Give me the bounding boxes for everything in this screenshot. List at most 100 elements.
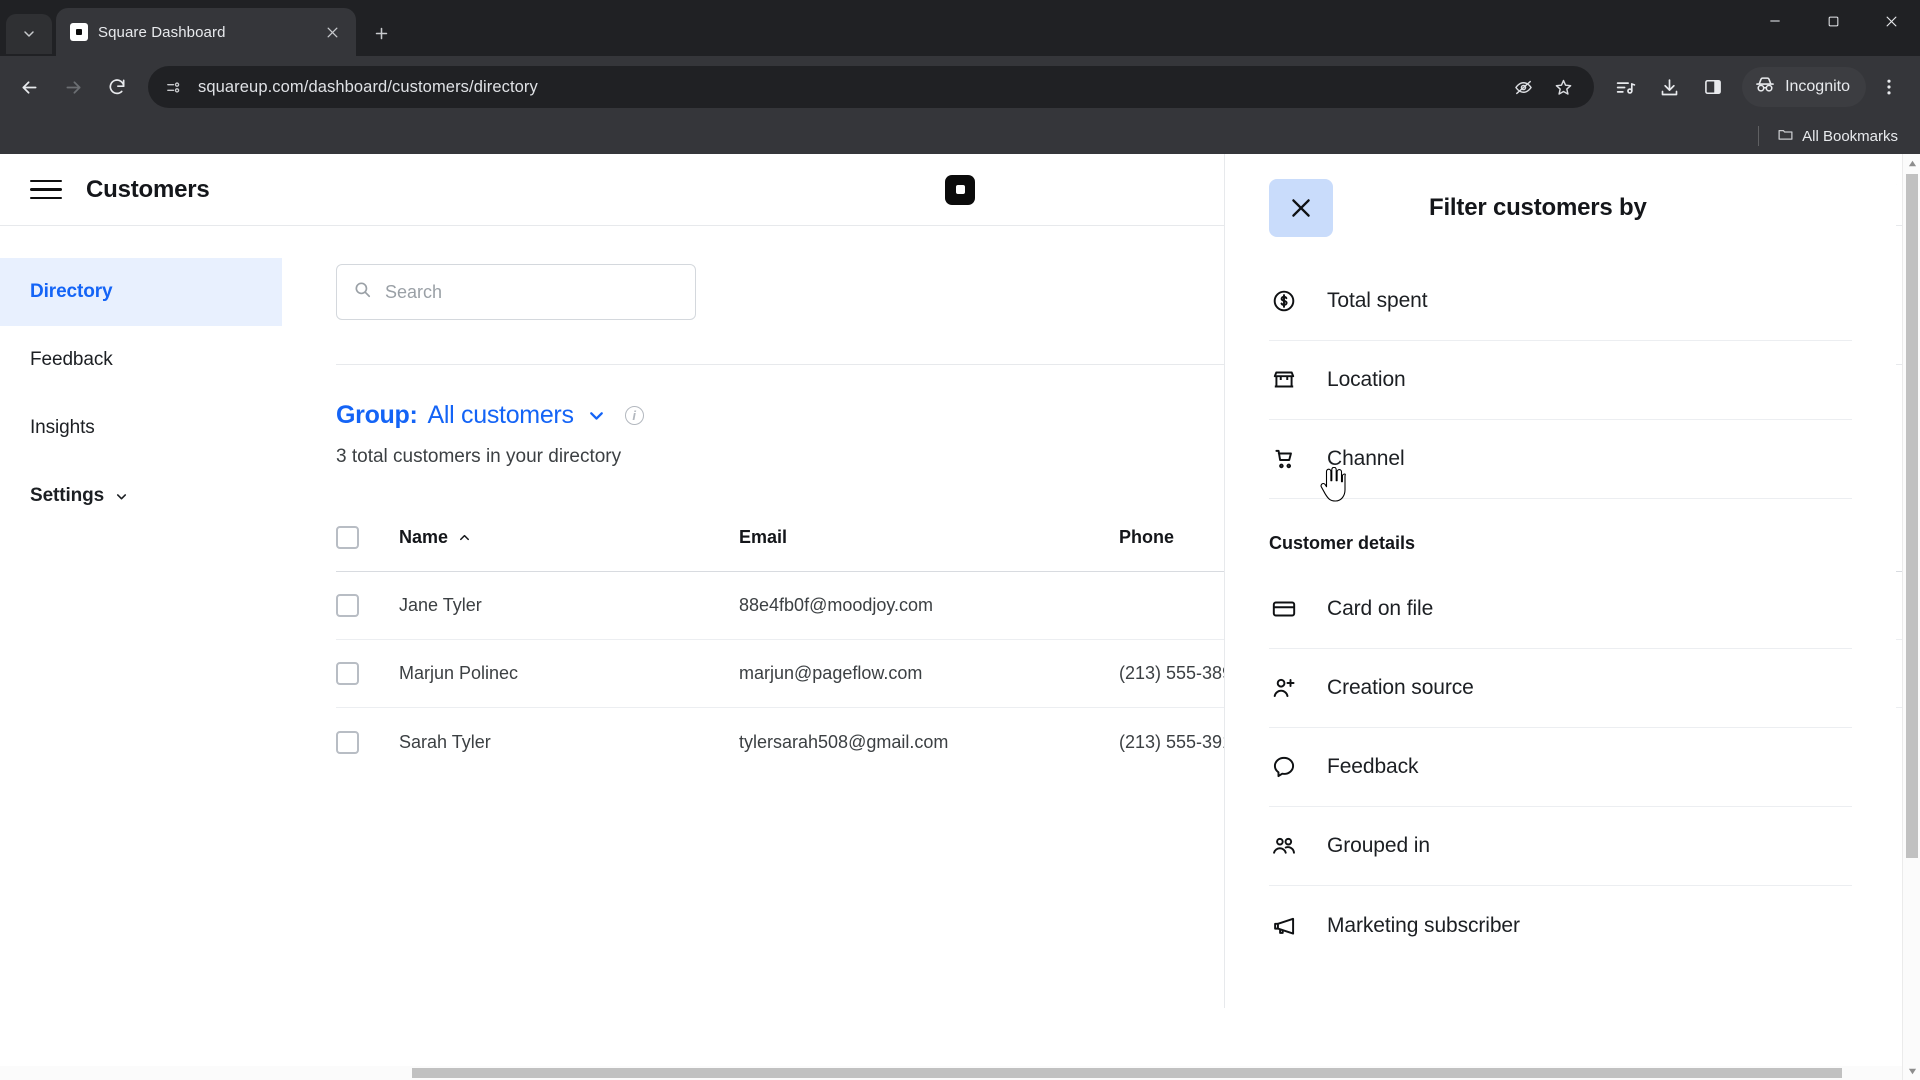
- credit-card-icon: [1269, 596, 1299, 622]
- close-icon[interactable]: [320, 20, 344, 44]
- incognito-indicator[interactable]: Incognito: [1742, 67, 1866, 107]
- all-bookmarks-button[interactable]: All Bookmarks: [1769, 122, 1906, 151]
- group-value[interactable]: All customers: [428, 401, 574, 430]
- person-add-icon: [1269, 675, 1299, 701]
- filter-option-label: Channel: [1327, 447, 1405, 470]
- window-controls: [1746, 0, 1920, 56]
- bookmarks-separator: [1758, 126, 1760, 146]
- sidebar-item-directory[interactable]: Directory: [0, 258, 282, 326]
- row-select-cell: [336, 730, 399, 754]
- maximize-icon[interactable]: [1804, 0, 1862, 42]
- tab-search-chevron-icon[interactable]: [6, 14, 52, 54]
- page-title: Customers: [86, 175, 210, 203]
- cell-name: Marjun Polinec: [399, 663, 519, 683]
- filter-option-total-spent[interactable]: Total spent: [1269, 262, 1852, 341]
- filter-option-label: Total spent: [1327, 289, 1428, 312]
- cell-name: Jane Tyler: [399, 595, 482, 615]
- minimize-icon[interactable]: [1746, 0, 1804, 42]
- filter-option-label: Creation source: [1327, 676, 1474, 699]
- chevron-down-icon[interactable]: [586, 405, 607, 426]
- shopping-cart-icon: [1269, 446, 1299, 472]
- info-icon[interactable]: i: [624, 406, 644, 425]
- star-icon[interactable]: [1546, 70, 1580, 104]
- bookmarks-bar: All Bookmarks: [0, 118, 1920, 154]
- folder-icon: [1777, 126, 1794, 147]
- tab-title: Square Dashboard: [98, 23, 226, 41]
- sidebar-item-feedback[interactable]: Feedback: [0, 326, 282, 394]
- chevron-down-icon: [114, 489, 129, 504]
- filter-panel: Filter customers by Total spent Location: [1224, 154, 1896, 1008]
- row-checkbox[interactable]: [336, 730, 359, 754]
- page-scrollbar[interactable]: [1902, 154, 1920, 1080]
- page-info-icon[interactable]: [158, 72, 188, 102]
- filter-option-label: Marketing subscriber: [1327, 913, 1520, 937]
- reload-icon[interactable]: [96, 66, 138, 108]
- sidebar-item-insights[interactable]: Insights: [0, 394, 282, 462]
- search-input-wrapper[interactable]: [336, 264, 696, 320]
- filter-option-label: Feedback: [1327, 755, 1419, 778]
- address-bar[interactable]: squareup.com/dashboard/customers/directo…: [148, 66, 1595, 108]
- sidebar-item-label: Settings: [30, 485, 105, 506]
- select-all-cell: [336, 526, 399, 549]
- three-dot-menu-icon[interactable]: [1868, 66, 1910, 108]
- dollar-circle-icon: [1269, 288, 1299, 314]
- window-close-icon[interactable]: [1862, 0, 1920, 42]
- hamburger-icon[interactable]: [26, 170, 66, 210]
- filter-panel-title: Filter customers by: [1429, 194, 1647, 221]
- filter-option-channel[interactable]: Channel: [1269, 420, 1852, 499]
- row-checkbox[interactable]: [336, 662, 359, 685]
- incognito-hat-icon: [1754, 74, 1776, 101]
- column-header-email[interactable]: Email: [739, 527, 1119, 548]
- scroll-up-arrow-icon[interactable]: [1903, 154, 1920, 172]
- sidebar-item-settings[interactable]: Settings: [0, 462, 282, 530]
- filter-options-list: Total spent Location Channel Customer de…: [1225, 262, 1896, 965]
- close-filter-panel-button[interactable]: [1269, 179, 1333, 237]
- side-panel-icon[interactable]: [1692, 66, 1734, 108]
- url-text: squareup.com/dashboard/customers/directo…: [198, 77, 538, 96]
- row-select-cell: [336, 594, 399, 617]
- horizontal-scrollbar[interactable]: [0, 1066, 1902, 1080]
- column-label: Name: [399, 527, 449, 547]
- square-logo-icon: [70, 23, 88, 41]
- row-checkbox[interactable]: [336, 594, 359, 617]
- eye-off-icon[interactable]: [1506, 70, 1540, 104]
- storefront-icon: [1269, 367, 1299, 393]
- scroll-down-arrow-icon[interactable]: [1903, 1062, 1920, 1080]
- cell-email: marjun@pageflow.com: [739, 663, 923, 683]
- sort-asc-caret-icon[interactable]: [457, 530, 472, 545]
- search-input[interactable]: [385, 281, 679, 303]
- row-select-cell: [336, 662, 399, 685]
- sidebar-item-label: Directory: [30, 281, 113, 302]
- filter-option-card-on-file[interactable]: Card on file: [1269, 570, 1852, 649]
- filter-option-location[interactable]: Location: [1269, 341, 1852, 420]
- filter-option-creation-source[interactable]: Creation source: [1269, 649, 1852, 728]
- filter-section-heading: Customer details: [1269, 533, 1416, 553]
- filter-option-grouped-in[interactable]: Grouped in: [1269, 807, 1852, 886]
- sidebar-item-label: Feedback: [30, 349, 113, 370]
- filter-option-label: Location: [1327, 368, 1406, 391]
- filter-option-feedback[interactable]: Feedback: [1269, 728, 1852, 807]
- page-scroll-thumb[interactable]: [1906, 174, 1918, 858]
- group-label: Group:: [336, 401, 418, 429]
- filter-option-label: Grouped in: [1327, 834, 1430, 857]
- horizontal-scroll-thumb[interactable]: [412, 1068, 1842, 1078]
- megaphone-icon: [1269, 913, 1299, 939]
- tab-strip: Square Dashboard: [0, 0, 1920, 56]
- new-tab-button[interactable]: [364, 16, 398, 50]
- square-logo-icon: [945, 174, 975, 205]
- speech-bubble-icon: [1269, 754, 1299, 780]
- page-viewport: Customers Moodjoy: [0, 154, 1920, 1080]
- downloads-icon[interactable]: [1648, 66, 1690, 108]
- media-controls-icon[interactable]: [1604, 66, 1646, 108]
- select-all-checkbox[interactable]: [336, 526, 359, 549]
- browser-tab[interactable]: Square Dashboard: [56, 8, 356, 56]
- filter-option-marketing-subscriber[interactable]: Marketing subscriber: [1269, 886, 1852, 965]
- back-arrow-icon[interactable]: [8, 66, 50, 108]
- page-body: Directory Feedback Insights Settings Sea…: [0, 154, 1920, 1080]
- cell-email: tylersarah508@gmail.com: [739, 731, 949, 752]
- column-header-name[interactable]: Name: [399, 527, 739, 548]
- sidebar-item-label: Insights: [30, 417, 95, 438]
- browser-window: Square Dashboard squareup.com/dashboard/…: [0, 0, 1920, 1080]
- forward-arrow-icon: [52, 66, 94, 108]
- cell-name: Sarah Tyler: [399, 731, 491, 752]
